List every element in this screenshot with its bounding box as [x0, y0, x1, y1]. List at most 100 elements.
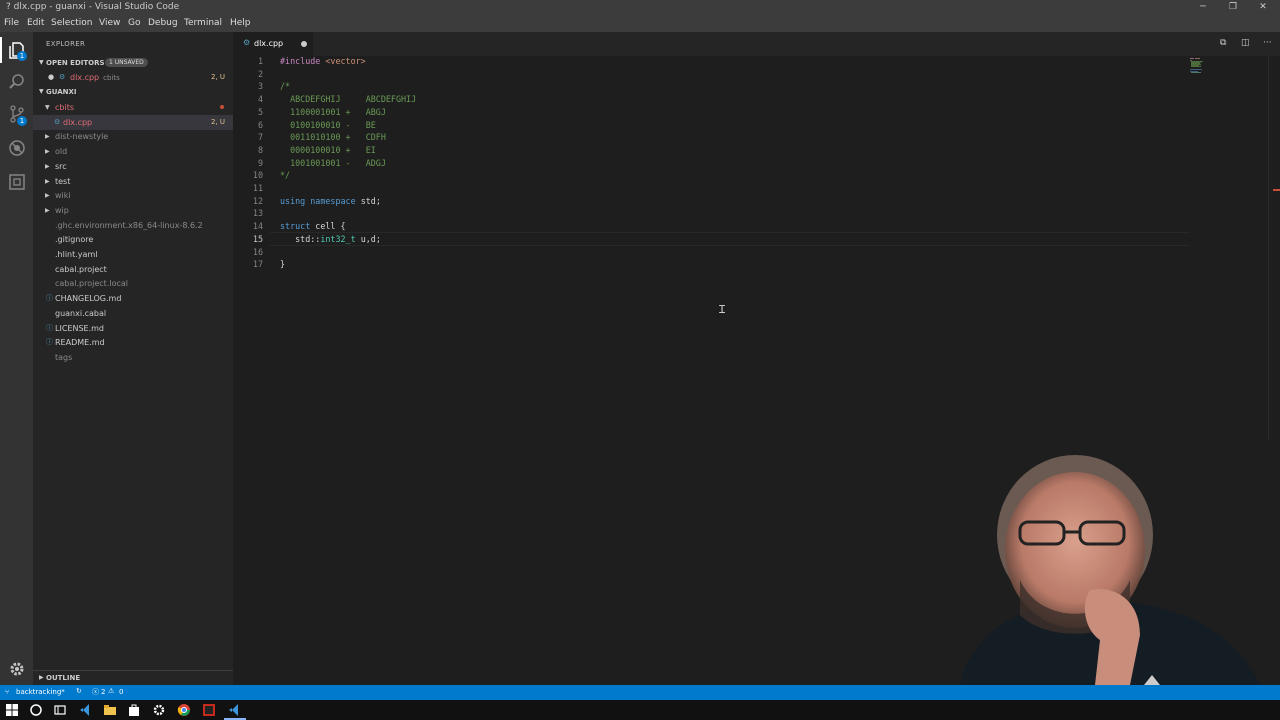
- tree-folder[interactable]: ▶ old: [33, 144, 233, 159]
- menu-edit[interactable]: Edit: [27, 18, 44, 28]
- search-icon[interactable]: [7, 72, 27, 92]
- warning-icon[interactable]: ⚠: [108, 687, 114, 695]
- tree-item-label: test: [55, 176, 71, 186]
- settings-icon[interactable]: [152, 703, 166, 717]
- webcam-overlay: 32: [900, 440, 1280, 685]
- tree-file[interactable]: cabal.project: [33, 262, 233, 277]
- menu-terminal[interactable]: Terminal: [184, 18, 222, 28]
- open-editors-header[interactable]: ▼ OPEN EDITORS 1 UNSAVED: [33, 57, 233, 71]
- code-line[interactable]: }: [280, 259, 285, 272]
- tree-file[interactable]: ⚙ dlx.cpp 2, U: [33, 114, 233, 130]
- code-line[interactable]: using namespace std;: [280, 196, 381, 209]
- code-line[interactable]: 0000100010 + EI: [280, 145, 376, 158]
- tree-file[interactable]: .ghc.environment.x86_64-linux-8.6.2: [33, 218, 233, 233]
- line-number: 3: [257, 81, 263, 92]
- code-line[interactable]: 1001001001 - ADGJ: [280, 158, 386, 171]
- window-title: ? dlx.cpp - guanxi - Visual Studio Code: [6, 2, 180, 12]
- tree-item-label: dist-newstyle: [55, 132, 109, 142]
- chevron-down-icon: ▼: [45, 104, 50, 111]
- task-view-icon[interactable]: [53, 703, 67, 717]
- menu-selection[interactable]: Selection: [51, 18, 92, 28]
- unsaved-dot-icon[interactable]: [301, 41, 307, 47]
- tree-folder[interactable]: ▼ cbits: [33, 100, 233, 115]
- split-editor-icon[interactable]: ◫: [1241, 38, 1250, 48]
- tree-folder[interactable]: ▶ dist-newstyle: [33, 129, 233, 144]
- tree-file[interactable]: guanxi.cabal: [33, 306, 233, 321]
- menu-view[interactable]: View: [99, 18, 120, 28]
- restore-button[interactable]: ❐: [1218, 0, 1248, 16]
- gear-icon[interactable]: [7, 659, 27, 679]
- code-token: 1001001001 - ADGJ: [280, 157, 386, 168]
- tab-dlx-cpp[interactable]: ⚙ dlx.cpp: [233, 32, 313, 56]
- code-token: std::: [280, 233, 321, 244]
- git-status: 2, U: [210, 117, 225, 126]
- code-line[interactable]: 1100001001 + ABGJ: [280, 107, 386, 120]
- line-number: 1: [257, 56, 263, 66]
- close-button[interactable]: ✕: [1248, 0, 1278, 16]
- vscode-active-icon[interactable]: [228, 703, 242, 717]
- tree-file[interactable]: ⓘ README.md: [33, 335, 233, 350]
- markdown-file-icon: ⓘ: [46, 338, 53, 347]
- activity-bar: 1 1: [0, 32, 33, 685]
- code-line[interactable]: 0100100010 - BE: [280, 120, 376, 133]
- menu-file[interactable]: File: [4, 18, 19, 28]
- code-line[interactable]: std::int32_t u,d;: [280, 234, 381, 247]
- menu-debug[interactable]: Debug: [148, 18, 178, 28]
- explorer-badge: 1: [17, 51, 27, 61]
- line-number: 10: [252, 170, 263, 181]
- error-count[interactable]: 2: [101, 688, 105, 696]
- tree-folder[interactable]: ▶ wip: [33, 203, 233, 218]
- tree-file[interactable]: cabal.project.local: [33, 276, 233, 291]
- vscode-taskbar-icon[interactable]: [79, 703, 93, 717]
- code-line[interactable]: #include <vector>: [280, 56, 366, 69]
- tab-bar: ⚙ dlx.cpp ⧉ ◫ ···: [233, 32, 1280, 56]
- open-editor-item[interactable]: ● ⚙ dlx.cpp cbits 2, U: [33, 70, 233, 85]
- more-actions-icon[interactable]: ···: [1263, 38, 1272, 48]
- code-token: 1100001001 + ABGJ: [280, 106, 386, 117]
- code-line[interactable]: /*: [280, 81, 290, 94]
- error-icon[interactable]: ⓧ: [92, 687, 99, 697]
- chevron-right-icon: ▶: [45, 162, 50, 170]
- windows-start-icon[interactable]: [5, 703, 19, 717]
- line-number: 9: [257, 157, 263, 168]
- tree-folder[interactable]: ▶ wiki: [33, 188, 233, 203]
- branch-name[interactable]: backtracking*: [16, 688, 65, 696]
- tree-folder[interactable]: ▶ src: [33, 159, 233, 174]
- terminal-app-icon[interactable]: [202, 703, 216, 717]
- minimize-button[interactable]: ─: [1188, 0, 1218, 16]
- line-number: 5: [257, 106, 263, 117]
- line-number: 11: [252, 183, 263, 193]
- outline-header[interactable]: ▶ OUTLINE: [33, 670, 233, 686]
- menu-bar: File Edit Selection View Go Debug Termin…: [0, 16, 1280, 32]
- open-changes-icon[interactable]: ⧉: [1220, 38, 1226, 48]
- cortana-icon[interactable]: [29, 703, 43, 717]
- cpp-file-icon: ⚙: [54, 117, 61, 126]
- code-token: 0100100010 - BE: [280, 119, 376, 130]
- unsaved-badge: 1 UNSAVED: [105, 58, 148, 67]
- tree-file[interactable]: ⓘ CHANGELOG.md: [33, 291, 233, 306]
- tree-item-label: dlx.cpp: [63, 117, 93, 127]
- close-dot-icon[interactable]: ●: [48, 70, 54, 85]
- sync-icon[interactable]: ↻: [76, 687, 82, 695]
- code-line[interactable]: struct cell {: [280, 221, 346, 234]
- menu-help[interactable]: Help: [230, 18, 251, 28]
- chrome-icon[interactable]: [177, 703, 191, 717]
- minimap[interactable]: [1190, 58, 1210, 74]
- tree-file[interactable]: .gitignore: [33, 232, 233, 247]
- warning-count[interactable]: 0: [119, 688, 123, 696]
- folder-header[interactable]: ▼ GUANXI: [33, 86, 233, 100]
- line-number: 16: [252, 246, 263, 257]
- store-icon[interactable]: [127, 703, 141, 717]
- tree-file[interactable]: ⓘ LICENSE.md: [33, 321, 233, 336]
- code-line[interactable]: 0011010100 + CDFH: [280, 132, 386, 145]
- menu-go[interactable]: Go: [128, 18, 140, 28]
- code-line[interactable]: ABCDEFGHIJ ABCDEFGHIJ: [280, 94, 416, 107]
- extensions-icon[interactable]: [7, 172, 27, 192]
- text-cursor-icon: Ɪ: [719, 303, 726, 316]
- tree-file[interactable]: tags: [33, 350, 233, 365]
- debug-icon[interactable]: [7, 138, 27, 158]
- file-explorer-icon[interactable]: [103, 703, 117, 717]
- tree-folder[interactable]: ▶ test: [33, 174, 233, 189]
- code-line[interactable]: */: [280, 170, 290, 183]
- tree-file[interactable]: .hlint.yaml: [33, 247, 233, 262]
